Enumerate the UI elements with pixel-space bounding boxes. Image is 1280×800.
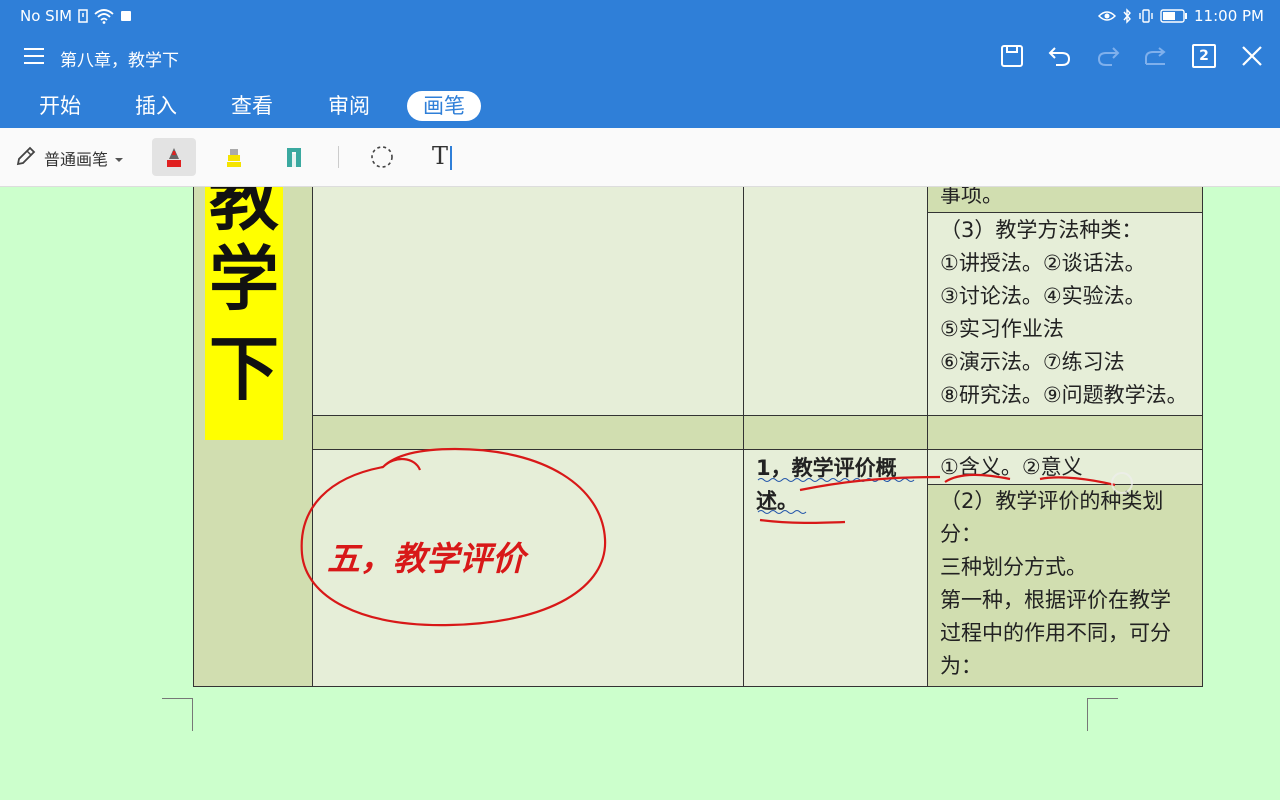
ink-underline-3 [944,473,1011,483]
battery-icon [1160,9,1188,23]
ribbon-tabs: 开始 插入 查看 审阅 画笔 [0,82,1280,128]
page-count-badge: 2 [1199,48,1209,64]
ink-underline-4 [1039,476,1116,487]
carrier-label: No SIM [20,7,73,25]
undo-icon[interactable] [1046,42,1074,70]
highlighter-icon [227,149,241,167]
eraser-tool[interactable] [272,138,316,176]
text-tool-icon: T [432,142,449,170]
eraser-icon [287,148,301,167]
highlighter-tool[interactable] [212,138,256,176]
document-title: 第八章，教学下 [60,51,179,71]
vibrate-icon [1138,8,1154,24]
bluetooth-icon [1122,8,1132,24]
document-page[interactable]: 教 学 下 事项。 （3）教学方法种类： ①讲授法。②谈话法。 ③讨论法。④实验… [0,187,1280,800]
menu-icon[interactable] [22,44,46,68]
crop-mark-left [162,698,193,731]
crop-mark-right [1087,698,1118,731]
tab-view[interactable]: 查看 [231,91,273,121]
page-count-icon[interactable]: 2 [1190,42,1218,70]
pen-cursor-ring [1111,472,1133,494]
pen-toolbar: 普通画笔 T [0,128,1280,187]
tab-insert[interactable]: 插入 [135,91,177,121]
ink-wavy-underline-2 [757,510,807,514]
sim-alert-icon [78,9,88,23]
ink-underline-2 [759,518,846,524]
ink-circle-stroke [300,447,607,627]
pen-type-label: 普通画笔 [44,150,109,169]
lasso-tool[interactable] [360,138,404,176]
pencil-icon [14,144,38,172]
redo-icon[interactable] [1094,42,1122,70]
text-box-tool[interactable]: T [432,142,453,170]
tab-review[interactable]: 审阅 [328,91,370,121]
lasso-icon [371,146,393,168]
share-icon[interactable] [1142,42,1170,70]
toolbar-divider [338,146,339,168]
eye-comfort-icon [1098,9,1117,23]
caret-down-icon [114,149,124,168]
pen-type-dropdown[interactable]: 普通画笔 [14,144,124,172]
save-icon[interactable] [998,42,1026,70]
notification-icon [120,10,132,22]
tab-home[interactable]: 开始 [39,91,81,121]
title-bar: 第八章，教学下 2 [0,32,1280,82]
close-icon[interactable] [1238,42,1266,70]
red-pen-tool[interactable] [152,138,196,176]
clock: 11:00 PM [1194,7,1264,25]
wifi-icon [94,8,114,24]
red-pen-icon [167,148,181,167]
status-bar: No SIM 11:00 PM [0,0,1280,32]
tab-pen[interactable]: 画笔 [407,91,481,121]
